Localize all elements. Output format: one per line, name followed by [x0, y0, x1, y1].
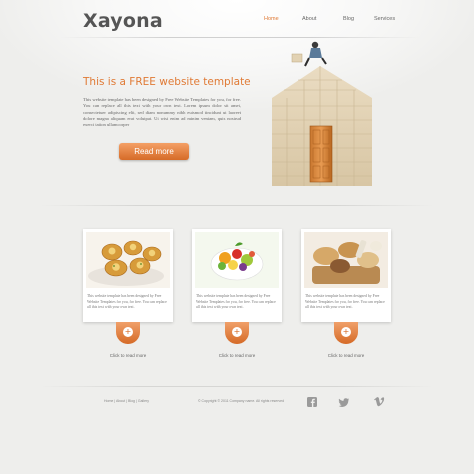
content-divider — [40, 205, 434, 206]
card-text: This website template has been designed … — [196, 294, 276, 309]
pastry-photo — [86, 232, 170, 288]
hero-text: This website template has been designed … — [83, 97, 241, 128]
nav-item-services[interactable]: Services — [374, 16, 395, 22]
footer-nav[interactable]: Home | About | Blog | Gallery — [104, 399, 149, 403]
twitter-icon[interactable] — [338, 396, 350, 408]
feature-card: This website template has been designed … — [83, 229, 173, 358]
box-house-illustration — [272, 41, 372, 186]
nav-item-home[interactable]: Home — [264, 16, 279, 22]
read-more-button[interactable]: Read more — [119, 143, 189, 160]
card-read-more-link[interactable]: Click to read more — [192, 353, 282, 358]
header-divider — [60, 37, 420, 38]
feature-card: This website template has been designed … — [301, 229, 391, 358]
card-text: This website template has been designed … — [87, 294, 167, 309]
fruit-salad-photo — [195, 232, 279, 288]
copyright-text: © Copyright © 2011 Company name. All rig… — [198, 399, 285, 403]
card-text: This website template has been designed … — [305, 294, 385, 309]
card-read-more-link[interactable]: Click to read more — [301, 353, 391, 358]
footer-divider — [40, 386, 434, 387]
nav-item-about[interactable]: About — [302, 16, 316, 22]
card-read-more-link[interactable]: Click to read more — [83, 353, 173, 358]
main-nav: Home About Blog Services — [0, 16, 474, 26]
card-expand-button[interactable]: + — [116, 322, 140, 344]
plus-icon: + — [232, 327, 242, 337]
vimeo-icon[interactable] — [373, 396, 385, 408]
plus-icon: + — [123, 327, 133, 337]
plus-icon: + — [341, 327, 351, 337]
card-expand-button[interactable]: + — [334, 322, 358, 344]
hero-title: This is a FREE website template — [83, 76, 251, 88]
facebook-icon[interactable] — [306, 396, 318, 408]
feature-card: This website template has been designed … — [192, 229, 282, 358]
bread-basket-photo — [304, 232, 388, 288]
nav-item-blog[interactable]: Blog — [343, 16, 354, 22]
card-expand-button[interactable]: + — [225, 322, 249, 344]
